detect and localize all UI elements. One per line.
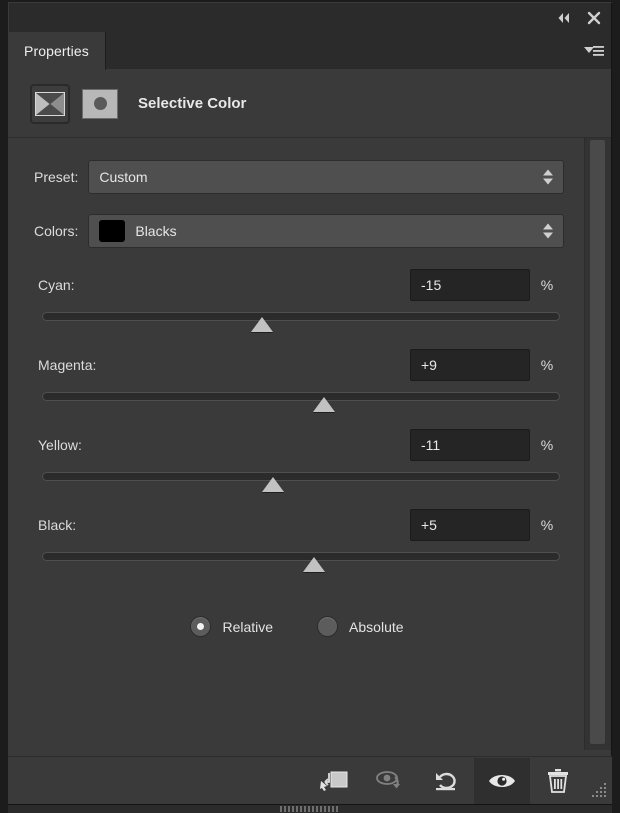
close-button[interactable] xyxy=(581,7,607,29)
panel-content: Preset: Custom Colors: Blacks Cyan: -15 … xyxy=(8,138,611,804)
black-header: Black: +5 % xyxy=(8,508,586,542)
magenta-unit: % xyxy=(540,357,554,373)
cyan-slider[interactable] xyxy=(42,312,560,334)
window-titlebar xyxy=(8,2,612,32)
yellow-header: Yellow: -11 % xyxy=(8,428,586,462)
slider-group-black: Black: +5 % xyxy=(8,508,586,574)
resize-grip-icon xyxy=(592,782,606,797)
colors-label: Colors: xyxy=(34,223,79,239)
window-drag-handle[interactable] xyxy=(280,806,338,812)
reset-icon xyxy=(436,772,456,790)
preset-select[interactable]: Custom xyxy=(88,160,564,194)
radio-absolute-indicator xyxy=(317,616,339,637)
yellow-value-input[interactable]: -11 xyxy=(410,429,530,461)
layer-mask-thumbnail[interactable] xyxy=(82,88,118,119)
tab-properties[interactable]: Properties xyxy=(8,32,106,70)
yellow-slider[interactable] xyxy=(42,472,560,494)
panel-scrollbar-thumb[interactable] xyxy=(590,140,605,744)
cyan-unit: % xyxy=(540,277,554,293)
magenta-label: Magenta: xyxy=(38,357,97,373)
colors-swatch xyxy=(99,220,126,242)
reset-button[interactable] xyxy=(418,758,474,804)
slider-group-cyan: Cyan: -15 % xyxy=(8,268,586,334)
slider-group-yellow: Yellow: -11 % xyxy=(8,428,586,494)
panel-footer-toolbar xyxy=(8,756,612,804)
tab-properties-label: Properties xyxy=(24,43,89,59)
colors-select[interactable]: Blacks xyxy=(88,214,564,248)
yellow-label: Yellow: xyxy=(38,437,82,453)
chevron-down-icon xyxy=(543,178,553,185)
controls-container: Preset: Custom Colors: Blacks Cyan: -15 … xyxy=(8,138,586,750)
mask-dot-icon xyxy=(93,97,107,110)
preset-row: Preset: Custom xyxy=(8,160,586,194)
clip-to-layer-button[interactable] xyxy=(306,758,362,804)
magenta-slider[interactable] xyxy=(42,392,560,414)
radio-absolute-label: Absolute xyxy=(349,618,404,635)
clip-to-layer-icon xyxy=(320,771,348,791)
black-value-input[interactable]: +5 xyxy=(410,509,530,541)
preset-label: Preset: xyxy=(34,169,79,185)
colors-value: Blacks xyxy=(135,223,177,239)
photoshop-properties-window: Properties Selective Color Preset: Custo… xyxy=(0,0,620,813)
radio-relative-label: Relative xyxy=(222,618,274,635)
preset-stepper-icon[interactable] xyxy=(543,169,553,185)
view-previous-state-button[interactable] xyxy=(362,758,418,804)
trash-icon xyxy=(548,768,568,793)
magenta-value-input[interactable]: +9 xyxy=(410,349,530,381)
method-radio-group: Relative Absolute xyxy=(8,588,586,637)
yellow-unit: % xyxy=(540,437,554,453)
double-chevron-left-icon xyxy=(558,12,569,23)
toggle-visibility-button[interactable] xyxy=(474,757,530,804)
cyan-value-input[interactable]: -15 xyxy=(410,269,530,301)
selective-color-thumbnail[interactable] xyxy=(30,83,70,124)
preset-value: Custom xyxy=(99,169,148,185)
black-slider-track[interactable] xyxy=(42,552,560,561)
black-slider-handle[interactable] xyxy=(302,557,325,572)
cyan-slider-handle[interactable] xyxy=(251,317,274,332)
magenta-header: Magenta: +9 % xyxy=(8,348,586,382)
black-slider[interactable] xyxy=(42,552,560,574)
adjustment-header: Selective Color xyxy=(8,70,611,138)
close-icon xyxy=(587,11,601,24)
collapse-to-icons-button[interactable] xyxy=(551,7,577,29)
properties-panel: Selective Color Preset: Custom Colors: B… xyxy=(8,70,612,805)
chevron-up-icon xyxy=(543,169,553,176)
magenta-slider-track[interactable] xyxy=(42,392,560,401)
magenta-slider-handle[interactable] xyxy=(313,397,336,412)
chevron-down-icon xyxy=(543,232,553,239)
tab-strip-filler xyxy=(105,32,577,70)
selective-color-icon xyxy=(35,91,65,116)
chevron-up-icon xyxy=(543,223,553,230)
panel-menu-button[interactable] xyxy=(577,32,611,70)
view-previous-state-icon xyxy=(376,770,400,788)
black-unit: % xyxy=(540,517,554,533)
tab-strip: Properties xyxy=(8,32,612,70)
resize-grip[interactable] xyxy=(586,758,612,804)
radio-absolute[interactable]: Absolute xyxy=(317,616,404,637)
delete-adjustment-button[interactable] xyxy=(530,758,586,804)
cyan-slider-track[interactable] xyxy=(42,312,560,321)
yellow-slider-handle[interactable] xyxy=(261,477,284,492)
panel-menu-icon xyxy=(584,45,604,56)
panel-scrollbar[interactable] xyxy=(584,138,611,750)
cyan-label: Cyan: xyxy=(38,277,75,293)
adjustment-title: Selective Color xyxy=(138,95,247,112)
eye-visibility-icon xyxy=(489,774,515,787)
yellow-slider-track[interactable] xyxy=(42,472,560,481)
black-label: Black: xyxy=(38,517,77,533)
slider-group-magenta: Magenta: +9 % xyxy=(8,348,586,414)
colors-row: Colors: Blacks xyxy=(8,214,586,248)
radio-relative-indicator xyxy=(190,616,212,637)
cyan-header: Cyan: -15 % xyxy=(8,268,586,302)
radio-relative[interactable]: Relative xyxy=(190,616,273,637)
colors-stepper-icon[interactable] xyxy=(543,223,553,239)
